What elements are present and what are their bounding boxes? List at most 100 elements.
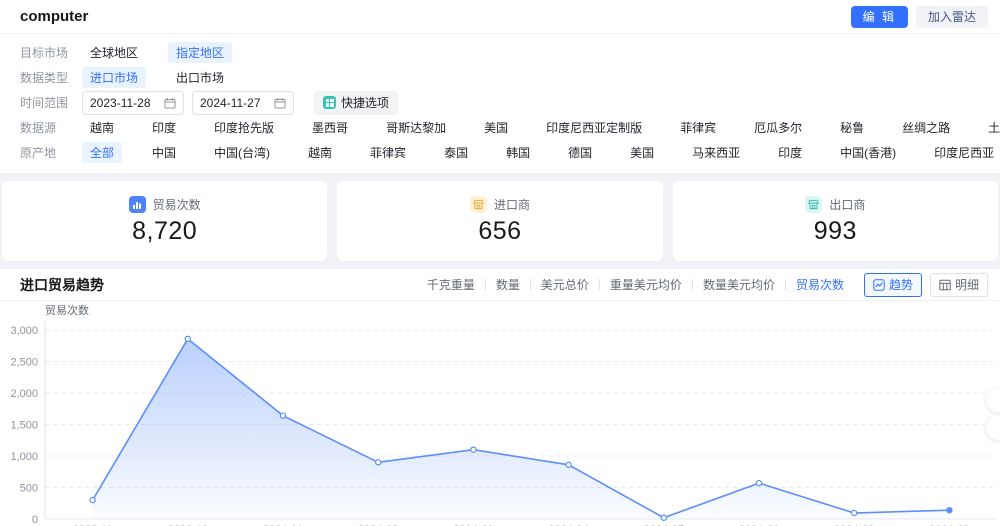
stat-value: 993 xyxy=(814,217,857,246)
exporter-shop-icon xyxy=(805,196,822,213)
filter-option[interactable]: 进口市场 xyxy=(82,67,146,88)
filter-option[interactable]: 美国 xyxy=(476,117,516,138)
metric-option[interactable]: 数量美元均价 xyxy=(693,276,785,293)
trend-panel-title: 进口贸易趋势 xyxy=(20,275,104,295)
filter-option[interactable]: 越南 xyxy=(82,117,122,138)
importer-shop-icon xyxy=(470,196,487,213)
filter-option[interactable]: 菲律宾 xyxy=(362,142,414,163)
target-market-options: 全球地区 指定地区 xyxy=(82,42,980,63)
trade-count-card: 贸易次数 8,720 xyxy=(2,181,327,261)
filter-option[interactable]: 越南 xyxy=(300,142,340,163)
metric-option[interactable]: 重量美元均价 xyxy=(600,276,692,293)
detail-table-icon xyxy=(939,279,951,291)
filter-option[interactable]: 韩国 xyxy=(498,142,538,163)
metric-option[interactable]: 数量 xyxy=(486,276,530,293)
exporter-count-card: 出口商 993 xyxy=(673,181,998,261)
quick-options-button[interactable]: 快捷选项 xyxy=(314,91,398,115)
svg-text:500: 500 xyxy=(20,483,38,495)
view-button-label: 趋势 xyxy=(889,276,913,293)
data-type-row: 数据类型 进口市场 出口市场 xyxy=(20,65,980,90)
time-range-label: 时间范围 xyxy=(20,94,82,111)
trend-chart-icon xyxy=(873,279,885,291)
calendar-icon xyxy=(164,97,176,109)
filter-option[interactable]: 指定地区 xyxy=(168,42,232,63)
filter-option[interactable]: 哥斯达黎加 xyxy=(378,117,454,138)
data-source-label: 数据源 xyxy=(20,119,82,136)
floating-widget-button[interactable] xyxy=(986,388,1000,412)
detail-view-button[interactable]: 明细 xyxy=(930,273,988,297)
trend-panel: 进口贸易趋势 千克重量数量美元总价重量美元均价数量美元均价贸易次数 趋势明细 贸… xyxy=(0,269,1000,526)
metric-option[interactable]: 美元总价 xyxy=(531,276,599,293)
metric-option[interactable]: 千克重量 xyxy=(417,276,485,293)
time-range-controls: 2023-11-28 2024-11-27 快 xyxy=(82,91,980,115)
page-title: computer xyxy=(20,8,88,25)
filter-option[interactable]: 美国 xyxy=(622,142,662,163)
filter-option[interactable]: 中国 xyxy=(144,142,184,163)
metric-option[interactable]: 贸易次数 xyxy=(786,276,854,293)
stat-label: 出口商 xyxy=(829,196,865,213)
floating-widget-button[interactable] xyxy=(986,416,1000,440)
stat-label: 进口商 xyxy=(494,196,530,213)
filter-option[interactable]: 全球地区 xyxy=(82,42,146,63)
target-market-row: 目标市场 全球地区 指定地区 xyxy=(20,40,980,65)
add-to-radar-button[interactable]: 加入雷达 xyxy=(916,6,988,28)
origin-label: 原产地 xyxy=(20,144,82,161)
filter-option[interactable]: 印度 xyxy=(770,142,810,163)
data-source-row: 数据源 越南 印度 印度抢先版 墨西哥 哥斯达黎加 美国 印度尼西亚定制版 菲律宾 厄瓜多尔 秘鲁… xyxy=(20,115,980,140)
time-range-row: 时间范围 2023-11-28 2024-11-27 xyxy=(20,90,980,115)
top-bar: computer 编 辑 加入雷达 xyxy=(0,0,1000,34)
stat-value: 656 xyxy=(478,217,521,246)
filter-option[interactable]: 全部 xyxy=(82,142,122,163)
quick-options-icon xyxy=(323,96,336,109)
filter-option[interactable]: 中国(香港) xyxy=(832,142,904,163)
end-date-value: 2024-11-27 xyxy=(200,96,268,110)
filter-option[interactable]: 秘鲁 xyxy=(832,117,872,138)
floating-widget xyxy=(986,388,1000,440)
target-market-label: 目标市场 xyxy=(20,44,82,61)
filter-option[interactable]: 印度抢先版 xyxy=(206,117,282,138)
start-date-input[interactable]: 2023-11-28 xyxy=(82,91,184,115)
filter-option[interactable]: 墨西哥 xyxy=(304,117,356,138)
filter-option[interactable]: 土耳其 xyxy=(980,117,1000,138)
svg-text:2,000: 2,000 xyxy=(10,388,38,400)
svg-text:1,500: 1,500 xyxy=(10,420,38,432)
calendar-icon xyxy=(274,97,286,109)
svg-text:1,000: 1,000 xyxy=(10,451,38,463)
view-switcher: 趋势 明细 xyxy=(864,273,988,297)
trend-view-button[interactable]: 趋势 xyxy=(864,273,922,297)
origin-row: 原产地 全部中国中国(台湾)越南菲律宾泰国韩国德国美国马来西亚印度中国(香港)印… xyxy=(20,140,980,165)
filter-option[interactable]: 菲律宾 xyxy=(672,117,724,138)
data-type-label: 数据类型 xyxy=(20,69,82,86)
svg-text:贸易次数: 贸易次数 xyxy=(45,303,89,317)
filter-option[interactable]: 丝绸之路 xyxy=(894,117,958,138)
origin-options: 全部 中国 中国(台湾) 越南 菲律宾 泰国 韩国 德国 美国 马来西亚 印度 中国(香港) 印度尼西亚… xyxy=(82,142,1000,163)
filter-option[interactable]: 出口市场 xyxy=(168,67,232,88)
filter-option[interactable]: 印度尼西亚 xyxy=(926,142,1000,163)
filter-option[interactable]: 印度 xyxy=(144,117,184,138)
filter-option[interactable]: 马来西亚 xyxy=(684,142,748,163)
edit-button[interactable]: 编 辑 xyxy=(851,6,908,28)
filter-option[interactable]: 厄瓜多尔 xyxy=(746,117,810,138)
stat-label: 贸易次数 xyxy=(153,196,201,213)
stat-value: 8,720 xyxy=(132,217,197,246)
trend-line-chart: 贸易次数05001,0001,5002,0002,5003,0002023-11… xyxy=(0,301,1000,526)
filter-option[interactable]: 中国(台湾) xyxy=(206,142,278,163)
start-date-value: 2023-11-28 xyxy=(90,96,158,110)
stat-cards: 贸易次数 8,720 进口商 656 xyxy=(0,173,1000,269)
filter-option[interactable]: 泰国 xyxy=(436,142,476,163)
bar-chart-icon xyxy=(129,196,146,213)
trend-panel-header: 进口贸易趋势 千克重量数量美元总价重量美元均价数量美元均价贸易次数 趋势 明细 xyxy=(0,269,1000,301)
metric-switcher: 千克重量数量美元总价重量美元均价数量美元均价贸易次数 xyxy=(417,276,854,293)
data-type-options: 进口市场 出口市场 xyxy=(82,67,980,88)
view-button-label: 明细 xyxy=(955,276,979,293)
filter-option[interactable]: 印度尼西亚定制版 xyxy=(538,117,650,138)
end-date-input[interactable]: 2024-11-27 xyxy=(192,91,294,115)
topbar-actions: 编 辑 加入雷达 xyxy=(851,6,988,28)
line-chart-svg: 贸易次数05001,0001,5002,0002,5003,0002023-11… xyxy=(0,301,1000,526)
filter-option[interactable]: 德国 xyxy=(560,142,600,163)
quick-options-label: 快捷选项 xyxy=(341,94,389,111)
svg-text:0: 0 xyxy=(32,514,38,526)
importer-count-card: 进口商 656 xyxy=(337,181,662,261)
svg-text:3,000: 3,000 xyxy=(10,325,38,337)
filter-section: 目标市场 全球地区 指定地区 数据类型 进口市场 出口市场 时间范围 2023-11… xyxy=(0,34,1000,173)
